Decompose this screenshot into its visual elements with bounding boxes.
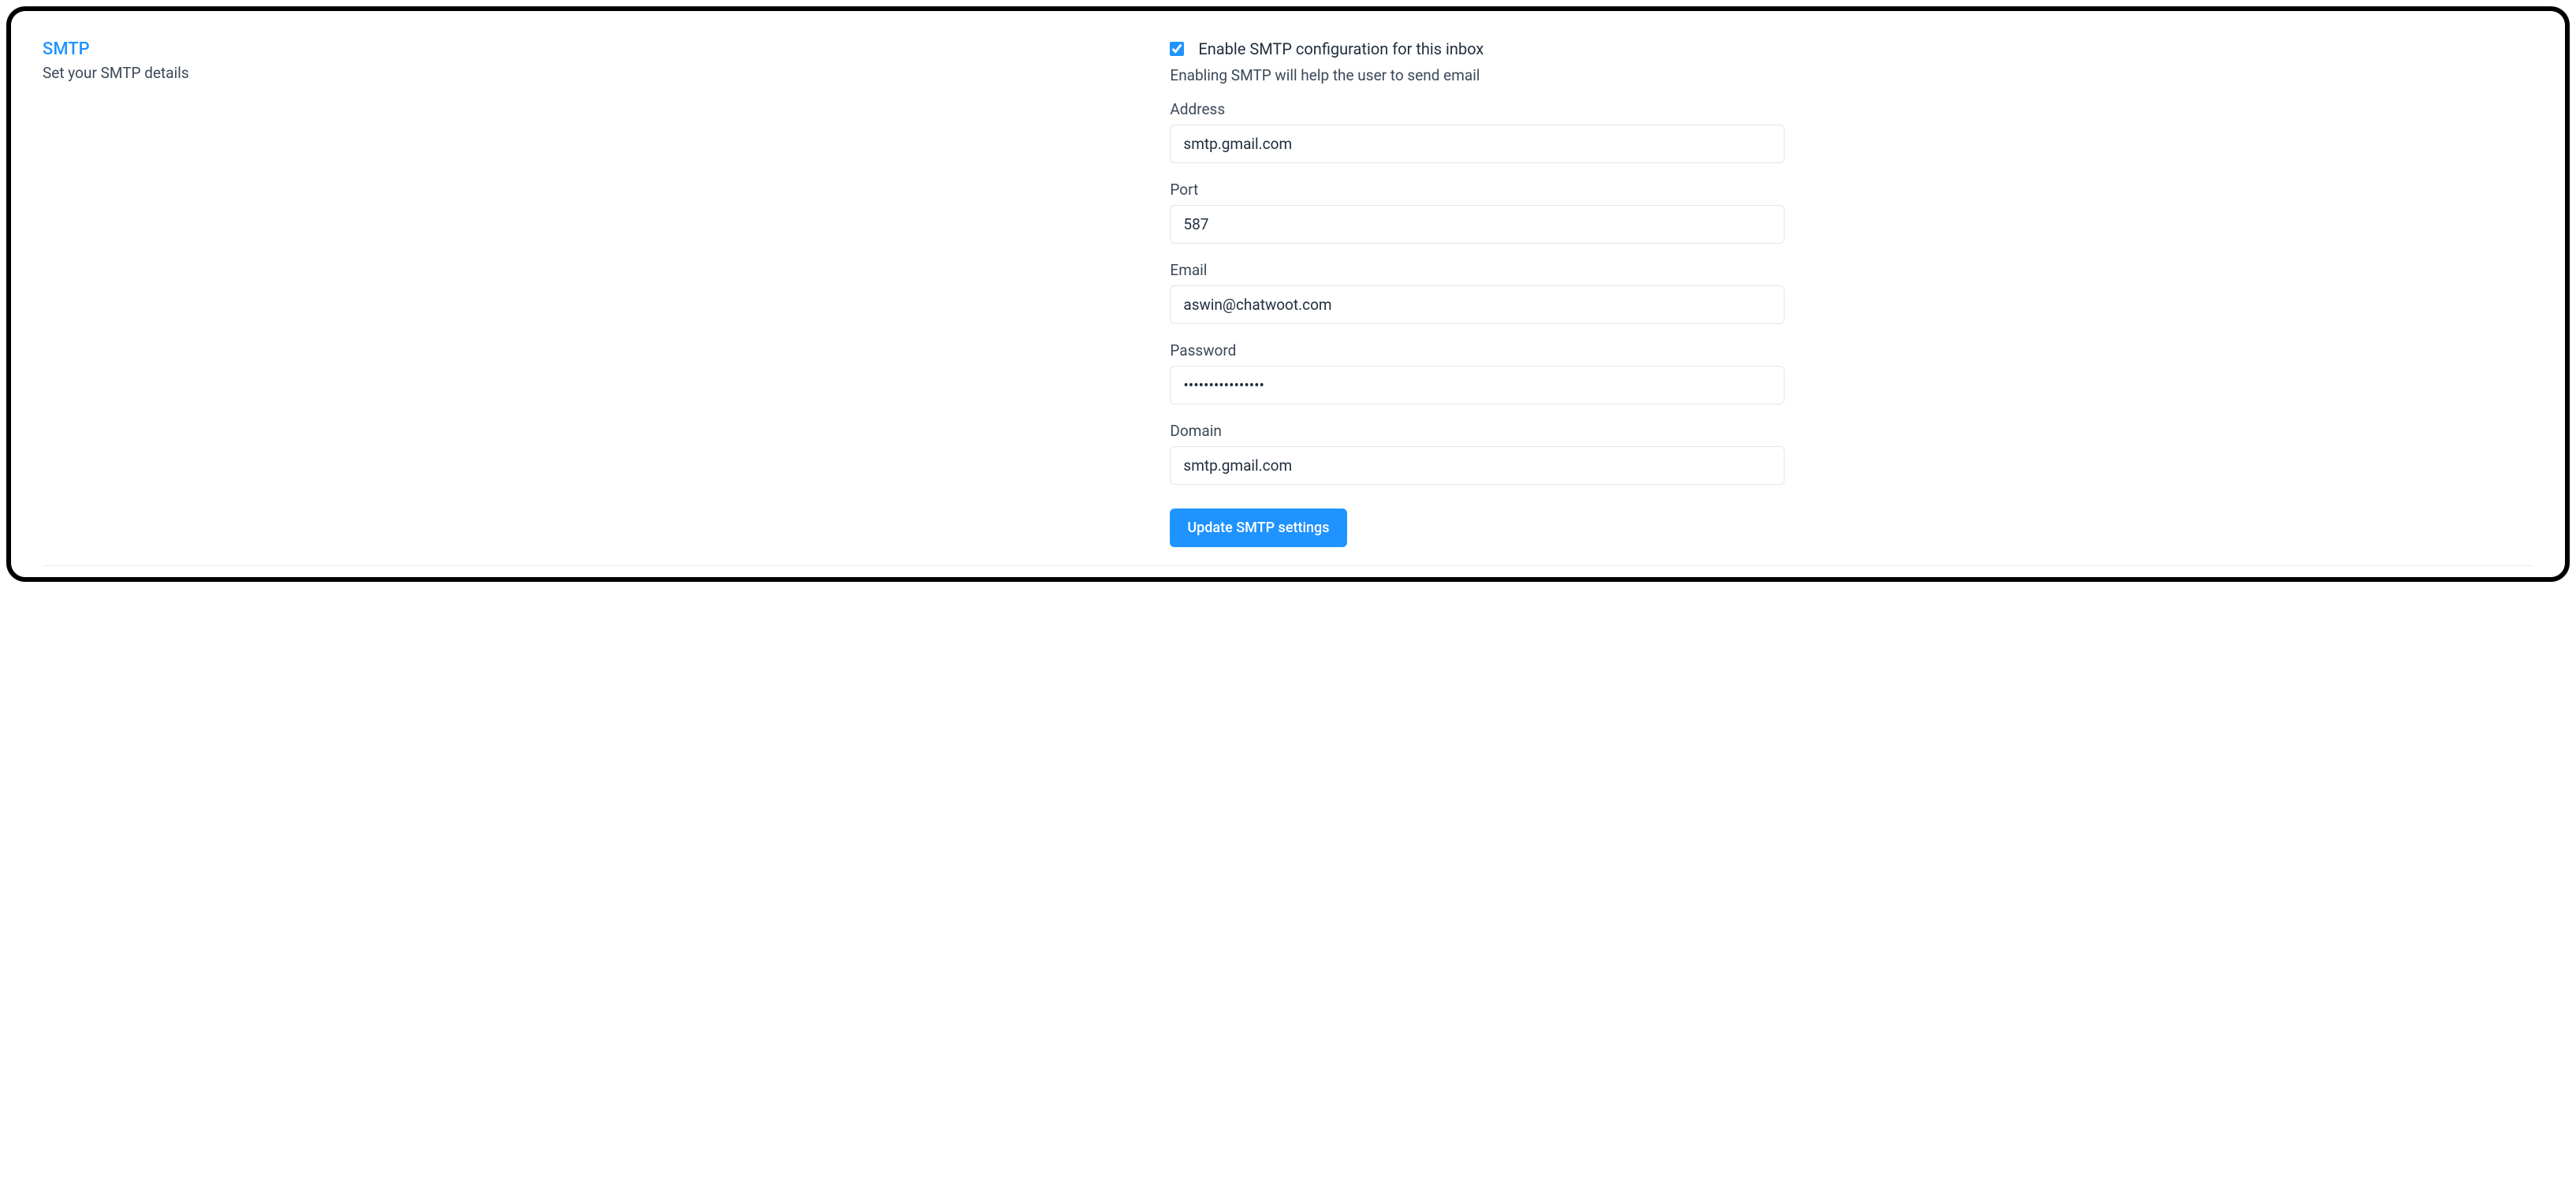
section-subtitle: Set your SMTP details: [43, 64, 1138, 82]
domain-input[interactable]: [1170, 446, 1785, 485]
address-input[interactable]: [1170, 125, 1785, 163]
port-label: Port: [1170, 181, 1785, 199]
enable-smtp-hint: Enabling SMTP will help the user to send…: [1170, 66, 1785, 84]
address-label: Address: [1170, 100, 1785, 118]
password-label: Password: [1170, 341, 1785, 360]
password-input[interactable]: [1170, 366, 1785, 404]
email-input[interactable]: [1170, 285, 1785, 324]
smtp-form: Enable SMTP configuration for this inbox…: [1170, 39, 1785, 547]
enable-smtp-checkbox[interactable]: [1170, 42, 1184, 56]
enable-smtp-label: Enable SMTP configuration for this inbox: [1198, 39, 1483, 58]
section-title: SMTP: [43, 39, 1138, 59]
settings-section-header: SMTP Set your SMTP details: [43, 39, 1138, 547]
divider: [43, 565, 2533, 566]
domain-label: Domain: [1170, 422, 1785, 440]
update-smtp-button[interactable]: Update SMTP settings: [1170, 509, 1346, 547]
email-label: Email: [1170, 261, 1785, 279]
port-input[interactable]: [1170, 205, 1785, 244]
